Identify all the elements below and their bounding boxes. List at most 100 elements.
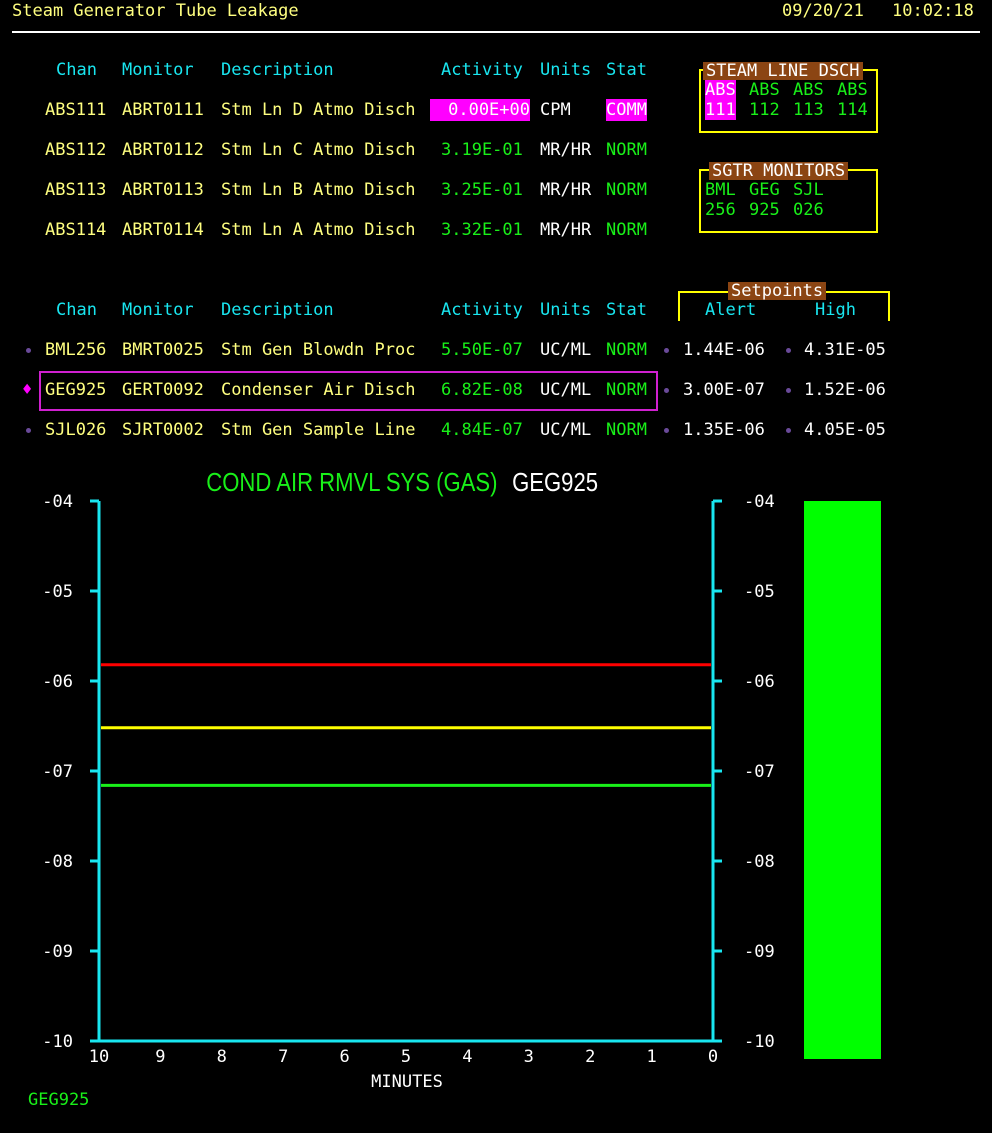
steam-line-abs-114-bottom[interactable]: 114 [837,100,868,120]
x-tick-label: 0 [708,1047,718,1067]
steam-line-abs-114-top[interactable]: ABS [837,80,868,100]
steam-line-abs-113-top[interactable]: ABS [793,80,824,100]
x-tick-label: 3 [524,1047,534,1067]
t1-chan: ABS112 [45,140,107,160]
t2-units: UC/ML [540,340,592,360]
t1-desc: Stm Ln A Atmo Disch [221,220,416,240]
x-tick-label: 4 [462,1047,472,1067]
high-bullet-icon [786,388,791,393]
t2-col-chan: Chan [56,300,97,320]
t1-stat: NORM [606,140,647,160]
y-tick-label-left: -05 [42,582,73,602]
t1-stat: NORM [606,220,647,240]
sgtr-bml-bottom[interactable]: 256 [705,200,736,220]
header-time: 10:02:18 [892,1,974,21]
t1-desc: Stm Ln D Atmo Disch [221,100,416,120]
t2-chan: GEG925 [45,380,107,400]
t1-desc: Stm Ln B Atmo Disch [221,180,416,200]
sgtr-geg-bottom[interactable]: 925 [749,200,780,220]
t1-col-description: Description [221,60,334,80]
y-tick-label-right: -04 [744,492,775,512]
t2-monitor: GERT0092 [122,380,204,400]
t1-col-activity: Activity [441,60,523,80]
t1-stat: COMM [606,99,647,121]
t1-chan: ABS113 [45,180,107,200]
t1-chan: ABS111 [45,100,107,120]
steam-line-abs-113-bottom[interactable]: 113 [793,100,824,120]
t1-stat: NORM [606,180,647,200]
x-tick-label: 6 [339,1047,349,1067]
chart-channel-label: GEG925 [512,468,598,497]
t2-activity: 5.50E-07 [441,340,523,360]
sgtr-box-title: SGTR MONITORS [709,162,849,180]
x-axis-label: MINUTES [371,1072,443,1092]
t2-alert: 1.35E-06 [683,420,765,440]
activity-level-bar [804,501,881,1059]
alert-bullet-icon [664,388,669,393]
t1-monitor: ABRT0112 [122,140,204,160]
y-tick-label-right: -08 [744,852,775,872]
screen-title: Steam Generator Tube Leakage [12,1,299,21]
t2-units: UC/ML [540,420,592,440]
setpoints-title: Setpoints [728,282,827,300]
t1-monitor: ABRT0111 [122,100,204,120]
t1-monitor: ABRT0114 [122,220,204,240]
t1-chan: ABS114 [45,220,107,240]
t2-high: 1.52E-06 [804,380,886,400]
t2-stat: NORM [606,420,647,440]
steam-line-abs-112-bottom[interactable]: 112 [749,100,780,120]
row-bullet-icon [26,348,31,353]
t2-col-description: Description [221,300,334,320]
y-tick-label-right: -09 [744,942,775,962]
t2-stat: NORM [606,380,647,400]
selected-diamond-icon: ♦ [22,380,33,400]
t2-col-units: Units [540,300,592,320]
x-tick-label: 8 [217,1047,227,1067]
x-tick-label: 9 [155,1047,165,1067]
sgtr-sjl-bottom[interactable]: 026 [793,200,824,220]
t1-col-stat: Stat [606,60,647,80]
t1-col-monitor: Monitor [122,60,194,80]
t1-units: MR/HR [540,220,592,240]
t1-col-chan: Chan [56,60,97,80]
y-tick-label-left: -09 [42,942,73,962]
t1-activity: 3.32E-01 [441,220,523,240]
t2-activity: 4.84E-07 [441,420,523,440]
y-tick-label-left: -10 [42,1032,73,1052]
sgtr-bml-top[interactable]: BML [705,180,736,200]
t2-chan: BML256 [45,340,107,360]
t2-desc: Condenser Air Disch [221,380,416,400]
y-tick-label-left: -08 [42,852,73,872]
row-bullet-icon [26,428,31,433]
x-tick-label: 7 [278,1047,288,1067]
y-tick-label-right: -10 [744,1032,775,1052]
x-tick-label: 2 [585,1047,595,1067]
t2-monitor: SJRT0002 [122,420,204,440]
y-tick-label-left: -06 [42,672,73,692]
chart-title: COND AIR RMVL SYS (GAS) [206,468,497,497]
steam-line-abs-112-top[interactable]: ABS [749,80,780,100]
steam-line-abs-111-bottom[interactable]: 111 [705,100,736,120]
t2-alert: 1.44E-06 [683,340,765,360]
t2-stat: NORM [606,340,647,360]
sgtr-geg-top[interactable]: GEG [749,180,780,200]
y-tick-label-left: -07 [42,762,73,782]
setpoint-col-high: High [815,300,856,320]
trend-chart: COND AIR RMVL SYS (GAS) GEG925 -04 -04 -05 -0… [42,468,881,1092]
t2-monitor: BMRT0025 [122,340,204,360]
sgtr-sjl-top[interactable]: SJL [793,180,824,200]
t2-units: UC/ML [540,380,592,400]
footer-channel-label: GEG925 [28,1090,90,1110]
t2-desc: Stm Gen Blowdn Proc [221,340,416,360]
t1-units: CPM [540,100,571,120]
steam-line-abs-111-top[interactable]: ABS [705,80,736,100]
y-tick-label-right: -05 [744,582,775,602]
t2-col-monitor: Monitor [122,300,194,320]
alert-bullet-icon [664,428,669,433]
t1-col-units: Units [540,60,592,80]
t1-activity: 3.25E-01 [441,180,523,200]
high-bullet-icon [786,348,791,353]
t2-col-activity: Activity [441,300,523,320]
header-date: 09/20/21 [782,1,864,21]
t2-alert: 3.00E-07 [683,380,765,400]
